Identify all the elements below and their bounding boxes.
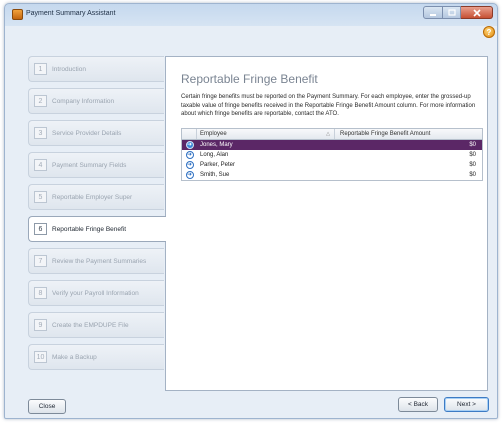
table-row[interactable]: ➜ Long, Alan $0	[182, 150, 482, 160]
step-number: 2	[34, 95, 47, 107]
step-number: 1	[34, 63, 47, 75]
employee-cell: Long, Alan	[200, 152, 229, 158]
row-selector[interactable]: ➜	[182, 171, 197, 179]
arrow-right-icon[interactable]: ➜	[185, 171, 194, 179]
next-button[interactable]: Next >	[444, 397, 489, 412]
grid-header: Employee △ Reportable Fringe Benefit Amo…	[182, 129, 482, 140]
step-number: 10	[34, 351, 47, 363]
step-label: Service Provider Details	[52, 129, 122, 137]
window-close-button[interactable]	[461, 6, 493, 19]
sort-ascending-icon: △	[326, 131, 330, 137]
maximize-icon	[447, 9, 456, 16]
table-row[interactable]: ➜ Jones, Mary $0	[182, 140, 482, 150]
close-icon	[472, 8, 481, 17]
step-label: Make a Backup	[52, 353, 97, 361]
step-list: 1 Introduction 2 Company Information 3 Servic…	[28, 56, 166, 376]
step-label: Reportable Employer Super	[52, 193, 133, 201]
amount-cell[interactable]: $0	[335, 172, 482, 178]
arrow-right-icon[interactable]: ➜	[185, 151, 194, 159]
content-panel: Reportable Fringe Benefit Certain fringe…	[165, 56, 488, 391]
amount-cell[interactable]: $0	[335, 152, 482, 158]
row-selector[interactable]: ➜	[182, 161, 197, 169]
column-header-amount[interactable]: Reportable Fringe Benefit Amount	[335, 129, 482, 139]
close-button[interactable]: Close	[28, 399, 66, 414]
step-label: Create the EMPDUPE File	[52, 321, 129, 329]
amount-cell[interactable]: $0	[335, 142, 482, 148]
help-icon[interactable]: ?	[483, 26, 495, 38]
row-selector[interactable]: ➜	[182, 141, 197, 149]
back-button[interactable]: < Back	[398, 397, 438, 412]
step-number: 5	[34, 191, 47, 203]
app-icon	[12, 9, 23, 20]
amount-cell[interactable]: $0	[335, 162, 482, 168]
step-item[interactable]: 9 Create the EMPDUPE File	[28, 312, 164, 338]
step-label: Verify your Payroll Information	[52, 289, 139, 297]
column-header-employee[interactable]: Employee △	[197, 129, 335, 139]
arrow-right-icon[interactable]: ➜	[185, 141, 194, 149]
maximize-button[interactable]	[443, 6, 461, 19]
minimize-button[interactable]	[423, 6, 443, 19]
page-title: Reportable Fringe Benefit	[181, 72, 318, 86]
minimize-icon	[430, 13, 436, 16]
step-label: Review the Payment Summaries	[52, 257, 147, 265]
step-number: 8	[34, 287, 47, 299]
step-label: Company Information	[52, 97, 115, 105]
step-item[interactable]: 8 Verify your Payroll Information	[28, 280, 164, 306]
step-item[interactable]: 4 Payment Summary Fields	[28, 152, 164, 178]
step-item[interactable]: 10 Make a Backup	[28, 344, 164, 370]
step-number: 4	[34, 159, 47, 171]
table-row[interactable]: ➜ Smith, Sue $0	[182, 170, 482, 180]
employee-cell: Jones, Mary	[200, 142, 233, 148]
table-row[interactable]: ➜ Parker, Peter $0	[182, 160, 482, 170]
step-item[interactable]: 7 Review the Payment Summaries	[28, 248, 164, 274]
step-label: Reportable Fringe Benefit	[52, 225, 127, 233]
column-header-employee-label: Employee	[200, 131, 227, 137]
step-item[interactable]: 1 Introduction	[28, 56, 164, 82]
employee-cell: Parker, Peter	[200, 162, 236, 168]
step-number: 6	[34, 223, 47, 235]
window-title: Payment Summary Assistant	[26, 10, 116, 17]
header-selector-cell	[182, 129, 197, 139]
employee-cell: Smith, Sue	[200, 172, 230, 178]
step-item[interactable]: 2 Company Information	[28, 88, 164, 114]
arrow-right-icon[interactable]: ➜	[185, 161, 194, 169]
step-label: Payment Summary Fields	[52, 161, 127, 169]
step-item[interactable]: 6 Reportable Fringe Benefit	[28, 216, 166, 242]
step-number: 9	[34, 319, 47, 331]
title-bar[interactable]: Payment Summary Assistant	[5, 4, 497, 26]
step-item[interactable]: 5 Reportable Employer Super	[28, 184, 164, 210]
step-number: 7	[34, 255, 47, 267]
step-item[interactable]: 3 Service Provider Details	[28, 120, 164, 146]
row-selector[interactable]: ➜	[182, 151, 197, 159]
employee-grid: Employee △ Reportable Fringe Benefit Amo…	[181, 128, 483, 181]
page-description: Certain fringe benefits must be reported…	[181, 94, 476, 117]
step-label: Introduction	[52, 65, 86, 73]
step-number: 3	[34, 127, 47, 139]
